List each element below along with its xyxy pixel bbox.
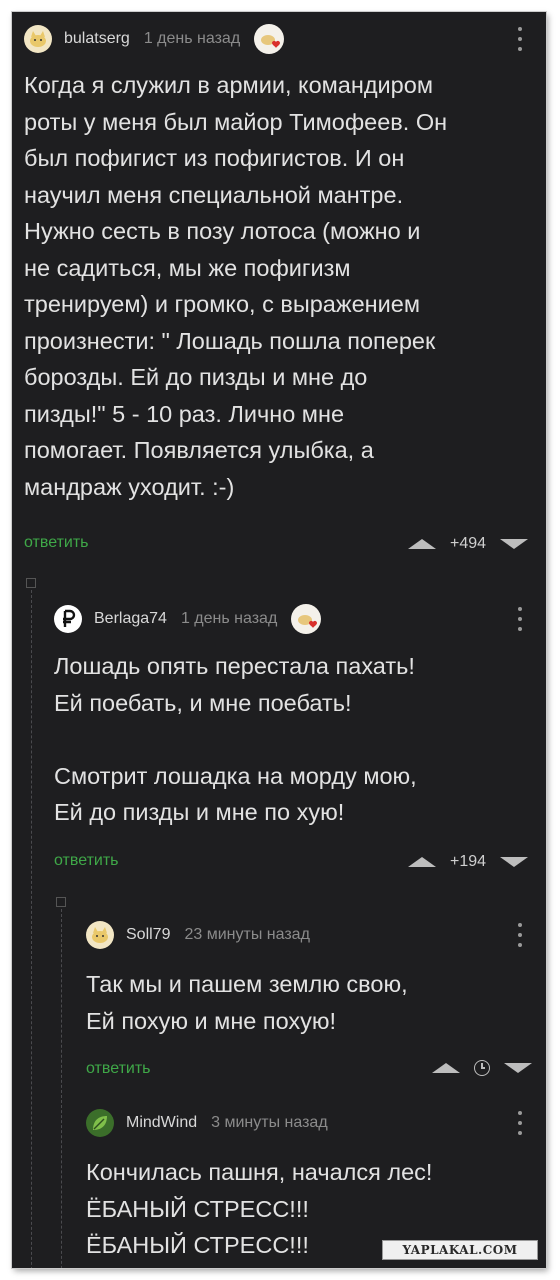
user-badge[interactable] — [254, 24, 285, 54]
upvote-icon[interactable] — [408, 857, 436, 867]
collapse-thread-toggle[interactable] — [56, 897, 66, 907]
heart-badge-icon — [298, 615, 318, 628]
more-options-icon[interactable] — [515, 923, 525, 947]
comment-score: +194 — [450, 853, 487, 870]
timestamp: 3 минуты назад — [211, 1114, 328, 1131]
username[interactable]: MindWind — [126, 1114, 197, 1132]
collapse-thread-toggle[interactable] — [26, 578, 36, 588]
leaf-avatar-icon — [93, 1116, 107, 1130]
user-badge[interactable] — [291, 604, 322, 634]
comment-text: Так мы и пашем землю свою, Ей похую и мн… — [86, 971, 408, 1034]
site-watermark: YAPLAKAL.COM — [382, 1240, 538, 1260]
more-options-icon[interactable] — [515, 27, 525, 51]
comment-header: MindWind 3 минуты назад — [86, 1108, 328, 1138]
more-options-icon[interactable] — [515, 607, 525, 631]
reply-link[interactable]: ответить — [54, 852, 119, 870]
comment-header: bulatserg 1 день назад — [24, 24, 285, 54]
user-avatar[interactable] — [54, 605, 82, 633]
timestamp: 1 день назад — [180, 610, 278, 627]
thread-line — [31, 590, 32, 1268]
heart-badge-icon — [261, 35, 281, 48]
vote-controls — [432, 1058, 532, 1078]
downvote-icon[interactable] — [500, 857, 529, 867]
upvote-icon[interactable] — [408, 539, 436, 549]
ruble-avatar-icon — [63, 609, 76, 627]
comments-screen: bulatserg 1 день назад Когда я служил в … — [12, 12, 546, 1268]
username[interactable]: bulatserg — [64, 30, 130, 48]
more-options-icon[interactable] — [515, 1111, 525, 1135]
thread-line — [61, 909, 62, 1268]
user-avatar[interactable] — [24, 25, 52, 53]
user-avatar[interactable] — [86, 1109, 114, 1137]
vote-controls: +194 — [408, 852, 529, 872]
timestamp: 1 день назад — [143, 30, 241, 47]
user-avatar[interactable] — [86, 921, 114, 949]
downvote-icon[interactable] — [500, 539, 529, 549]
username[interactable]: Berlaga74 — [94, 610, 167, 628]
username[interactable]: Soll79 — [126, 926, 170, 944]
comment-text: Лошадь опять перестала пахать! Ей поебат… — [54, 653, 417, 825]
downvote-icon[interactable] — [504, 1063, 532, 1073]
comment-header: Berlaga74 1 день назад — [54, 604, 322, 634]
comment-header: Soll79 23 минуты назад — [86, 920, 310, 950]
upvote-icon[interactable] — [432, 1063, 460, 1073]
reply-link[interactable]: ответить — [24, 534, 89, 552]
timestamp: 23 минуты назад — [184, 926, 310, 943]
reply-link[interactable]: ответить — [86, 1060, 151, 1078]
vote-controls: +494 — [408, 534, 529, 554]
clock-icon — [474, 1060, 490, 1076]
comment-score: +494 — [450, 535, 487, 552]
cat-avatar-icon — [92, 927, 108, 943]
comment-text: Когда я служил в армии, командиром роты … — [24, 72, 448, 500]
cat-avatar-icon — [30, 31, 46, 47]
